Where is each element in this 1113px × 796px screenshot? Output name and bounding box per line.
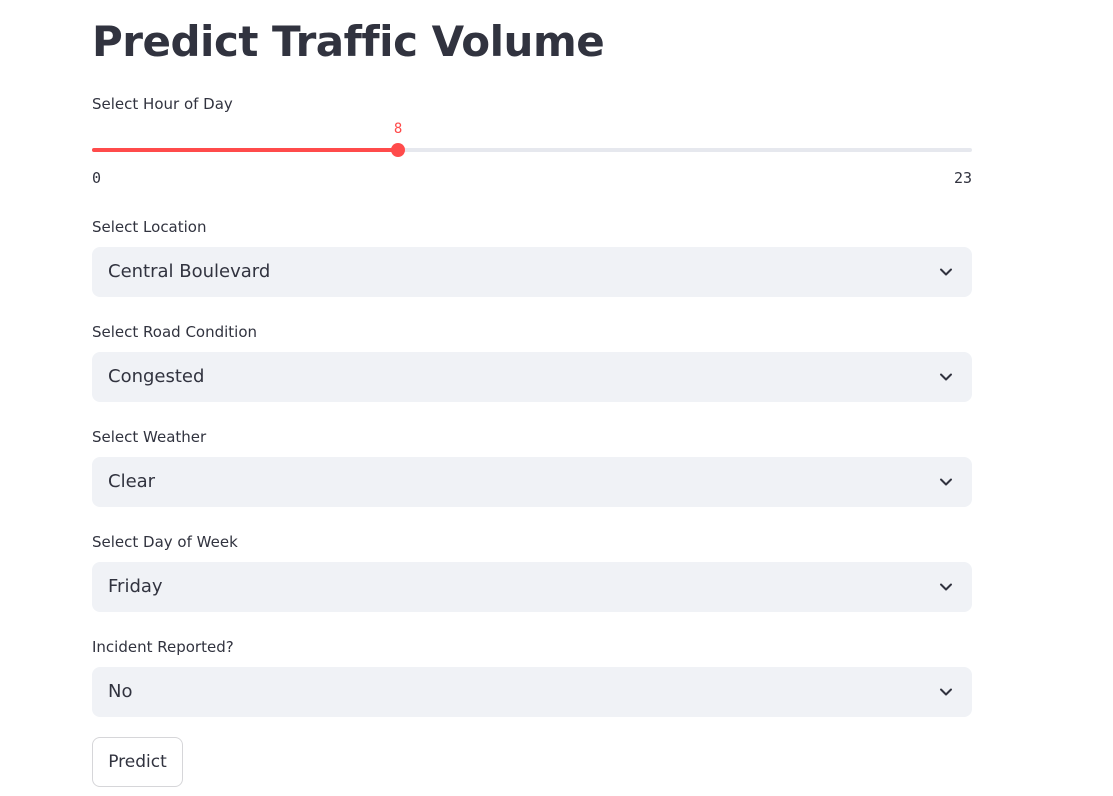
- chevron-down-icon: [940, 583, 952, 591]
- slider-max-label: 23: [953, 169, 972, 187]
- chevron-down-icon: [940, 268, 952, 276]
- slider-current-value: 8: [393, 121, 403, 137]
- location-select[interactable]: Central Boulevard: [92, 247, 972, 297]
- day-of-week-label: Select Day of Week: [92, 533, 238, 551]
- road-condition-select[interactable]: Congested: [92, 352, 972, 402]
- location-label: Select Location: [92, 218, 207, 236]
- hour-slider[interactable]: 8 0 23: [92, 118, 972, 190]
- incident-selected-value: No: [108, 681, 133, 702]
- chevron-down-icon: [940, 478, 952, 486]
- page-title: Predict Traffic Volume: [92, 17, 605, 66]
- road-condition-selected-value: Congested: [108, 366, 205, 387]
- hour-slider-label: Select Hour of Day: [92, 95, 233, 113]
- slider-thumb[interactable]: [391, 143, 406, 157]
- day-of-week-select[interactable]: Friday: [92, 562, 972, 612]
- chevron-down-icon: [940, 688, 952, 696]
- slider-fill: [92, 148, 399, 152]
- weather-select[interactable]: Clear: [92, 457, 972, 507]
- road-condition-label: Select Road Condition: [92, 323, 258, 341]
- weather-label: Select Weather: [92, 428, 207, 446]
- chevron-down-icon: [940, 373, 952, 381]
- incident-select[interactable]: No: [92, 667, 972, 717]
- slider-min-label: 0: [92, 169, 102, 187]
- day-of-week-selected-value: Friday: [108, 576, 163, 597]
- weather-selected-value: Clear: [108, 471, 156, 492]
- app-page: Predict Traffic Volume Select Hour of Da…: [0, 0, 1113, 796]
- incident-label: Incident Reported?: [92, 638, 234, 656]
- predict-button[interactable]: Predict: [92, 737, 183, 787]
- location-selected-value: Central Boulevard: [108, 261, 271, 282]
